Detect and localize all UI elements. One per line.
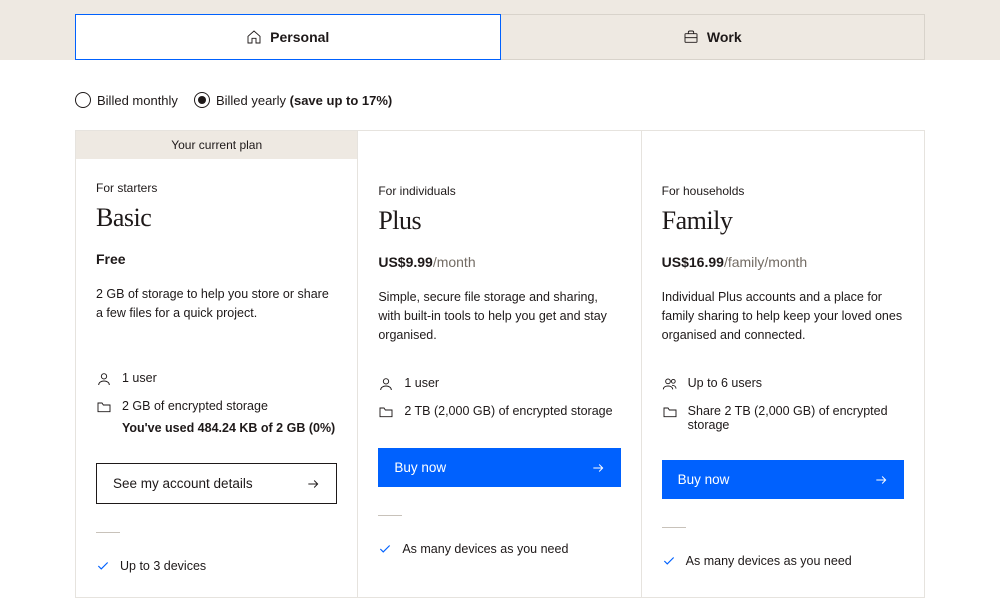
plan-card-plus: For individuals Plus US$9.99/month Simpl…	[358, 130, 641, 598]
arrow-right-icon	[874, 473, 888, 487]
radio-icon	[75, 92, 91, 108]
billing-yearly-label: Billed yearly (save up to 17%)	[216, 93, 392, 108]
tab-work-label: Work	[707, 29, 742, 45]
buy-now-button[interactable]: Buy now	[662, 460, 904, 499]
plan-price: Free	[96, 251, 337, 267]
plan-audience: For households	[662, 184, 904, 198]
user-icon	[96, 371, 112, 387]
users-icon	[662, 376, 678, 392]
plan-users: 1 user	[96, 365, 337, 393]
cta-label: See my account details	[113, 476, 253, 491]
plan-banner-empty	[358, 131, 640, 162]
briefcase-icon	[683, 29, 699, 45]
cta-label: Buy now	[394, 460, 446, 475]
divider	[662, 527, 686, 528]
plan-audience: For starters	[96, 181, 337, 195]
radio-selected-icon	[194, 92, 210, 108]
plan-storage: 2 GB of encrypted storage	[96, 393, 337, 421]
plan-price: US$16.99/family/month	[662, 254, 904, 270]
folder-icon	[96, 399, 112, 415]
check-icon	[96, 559, 110, 573]
plan-usage: You've used 484.24 KB of 2 GB (0%)	[122, 421, 337, 441]
plan-price: US$9.99/month	[378, 254, 620, 270]
folder-icon	[378, 404, 394, 420]
billing-yearly-option[interactable]: Billed yearly (save up to 17%)	[194, 92, 392, 108]
cta-label: Buy now	[678, 472, 730, 487]
folder-icon	[662, 404, 678, 420]
tab-personal[interactable]: Personal	[75, 14, 501, 60]
divider	[378, 515, 402, 516]
plan-description: Individual Plus accounts and a place for…	[662, 288, 904, 344]
current-plan-banner: Your current plan	[76, 131, 357, 159]
plan-banner-empty	[642, 131, 924, 162]
feature-item: Up to 3 devices	[96, 555, 337, 577]
account-details-button[interactable]: See my account details	[96, 463, 337, 504]
plans-grid: Your current plan For starters Basic Fre…	[75, 130, 925, 598]
tab-work[interactable]: Work	[501, 14, 926, 60]
arrow-right-icon	[591, 461, 605, 475]
check-icon	[662, 554, 676, 568]
plan-storage: Share 2 TB (2,000 GB) of encrypted stora…	[662, 398, 904, 438]
plan-users: Up to 6 users	[662, 370, 904, 398]
check-icon	[378, 542, 392, 556]
buy-now-button[interactable]: Buy now	[378, 448, 620, 487]
plan-storage: 2 TB (2,000 GB) of encrypted storage	[378, 398, 620, 426]
plan-audience: For individuals	[378, 184, 620, 198]
plan-description: Simple, secure file storage and sharing,…	[378, 288, 620, 344]
plan-card-basic: Your current plan For starters Basic Fre…	[75, 130, 358, 598]
plan-name: Plus	[378, 206, 620, 236]
plan-tabs: Personal Work	[75, 14, 925, 60]
billing-monthly-label: Billed monthly	[97, 93, 178, 108]
plan-description: 2 GB of storage to help you store or sha…	[96, 285, 337, 339]
arrow-right-icon	[306, 477, 320, 491]
plan-users: 1 user	[378, 370, 620, 398]
plan-card-family: For households Family US$16.99/family/mo…	[642, 130, 925, 598]
feature-item: As many devices as you need	[662, 550, 904, 572]
tab-personal-label: Personal	[270, 29, 329, 45]
billing-toggle: Billed monthly Billed yearly (save up to…	[75, 60, 925, 130]
user-icon	[378, 376, 394, 392]
home-icon	[246, 29, 262, 45]
divider	[96, 532, 120, 533]
billing-monthly-option[interactable]: Billed monthly	[75, 92, 178, 108]
plan-name: Basic	[96, 203, 337, 233]
feature-item: As many devices as you need	[378, 538, 620, 560]
plan-name: Family	[662, 206, 904, 236]
